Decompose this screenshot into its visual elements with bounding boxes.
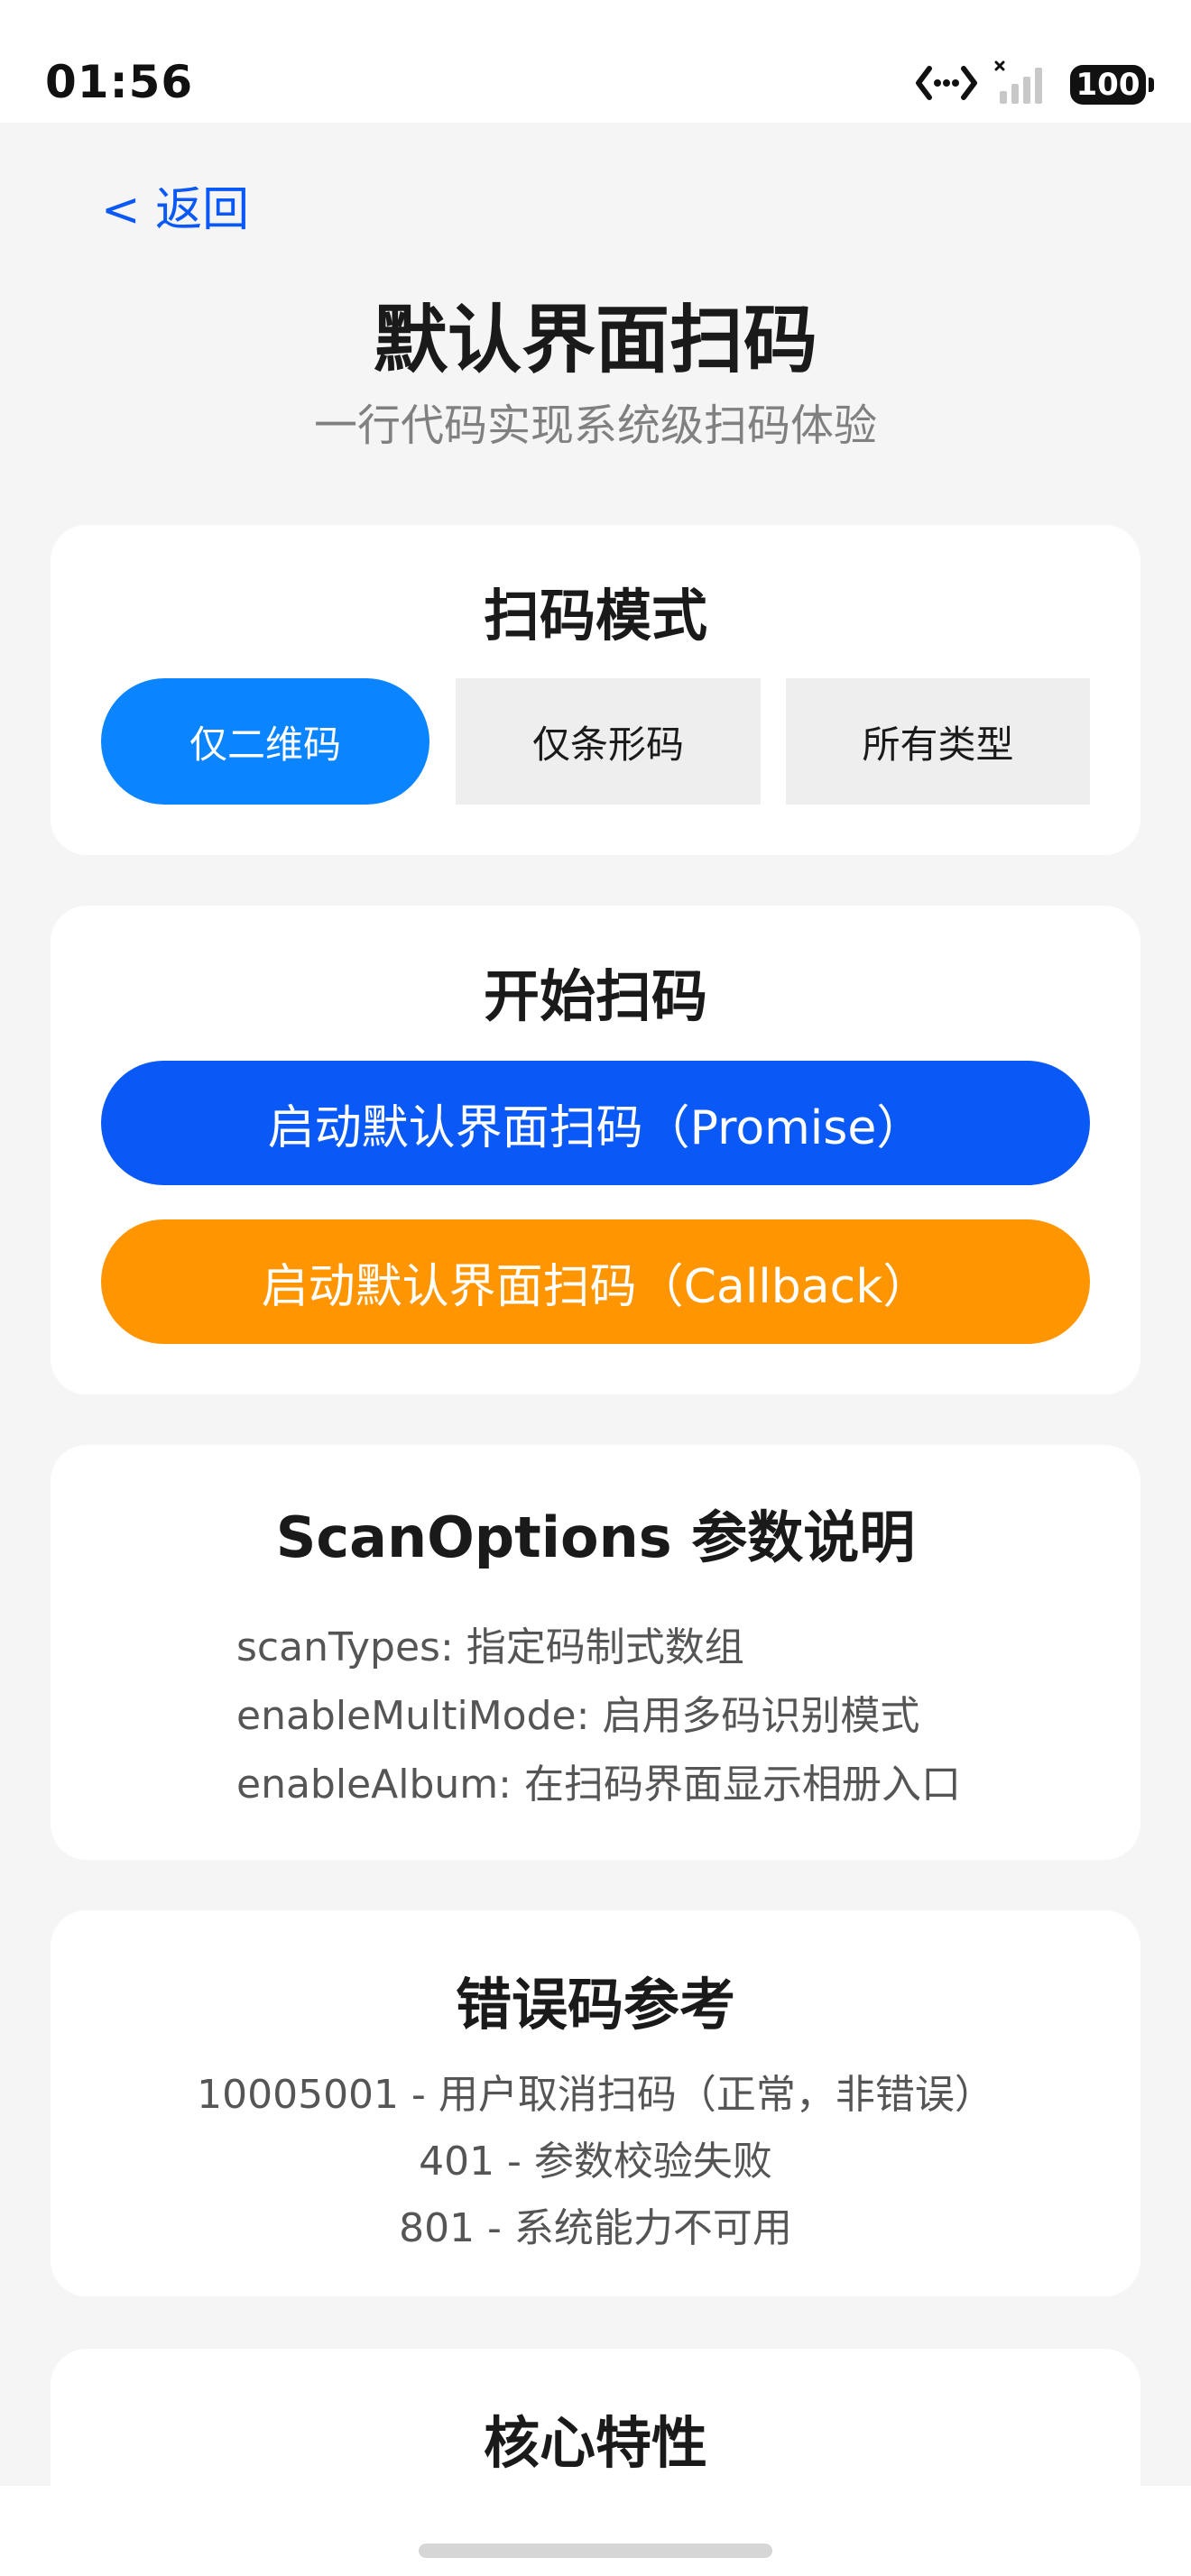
start-scan-callback-button[interactable]: 启动默认界面扫码（Callback）	[101, 1219, 1090, 1344]
scan-mode-title: 扫码模式	[483, 583, 707, 649]
mode-barcode-only-button[interactable]: 仅条形码	[456, 678, 761, 805]
cellular-signal-icon	[994, 60, 1054, 109]
battery-icon: 100	[1070, 65, 1154, 105]
scan-mode-card: 扫码模式 仅二维码 仅条形码 所有类型	[51, 525, 1140, 855]
scan-options-card: ScanOptions 参数说明 scanTypes: 指定码制式数组 enab…	[51, 1445, 1140, 1860]
scan-options-line: scanTypes: 指定码制式数组	[236, 1624, 744, 1670]
mode-all-types-button[interactable]: 所有类型	[786, 678, 1090, 805]
scan-options-line: enableAlbum: 在扫码界面显示相册入口	[236, 1762, 961, 1808]
error-codes-title: 错误码参考	[455, 1972, 735, 2038]
error-code-line: 10005001 - 用户取消扫码（正常，非错误）	[197, 2072, 994, 2118]
scan-options-title: ScanOptions 参数说明	[275, 1504, 916, 1570]
start-scan-title: 开始扫码	[483, 963, 707, 1029]
error-code-line: 401 - 参数校验失败	[419, 2139, 772, 2185]
back-button[interactable]: < 返回	[101, 171, 249, 239]
mode-qr-only-button[interactable]: 仅二维码	[101, 678, 429, 805]
home-indicator[interactable]	[419, 2544, 772, 2558]
error-code-line: 801 - 系统能力不可用	[399, 2205, 792, 2251]
core-features-title: 核心特性	[483, 2410, 707, 2476]
start-scan-card: 开始扫码 启动默认界面扫码（Promise） 启动默认界面扫码（Callback…	[51, 906, 1140, 1394]
scan-options-line: enableMultiMode: 启用多码识别模式	[236, 1693, 920, 1739]
home-bar-area	[0, 2486, 1191, 2576]
data-transfer-icon	[915, 63, 978, 106]
error-codes-card: 错误码参考 10005001 - 用户取消扫码（正常，非错误） 401 - 参数…	[51, 1910, 1140, 2296]
status-bar: 01:56 100	[0, 0, 1191, 123]
start-scan-promise-button[interactable]: 启动默认界面扫码（Promise）	[101, 1061, 1090, 1185]
page-subtitle: 一行代码实现系统级扫码体验	[313, 400, 877, 451]
status-time: 01:56	[45, 56, 194, 108]
page-title: 默认界面扫码	[373, 298, 817, 383]
status-icons: 100	[915, 60, 1154, 110]
